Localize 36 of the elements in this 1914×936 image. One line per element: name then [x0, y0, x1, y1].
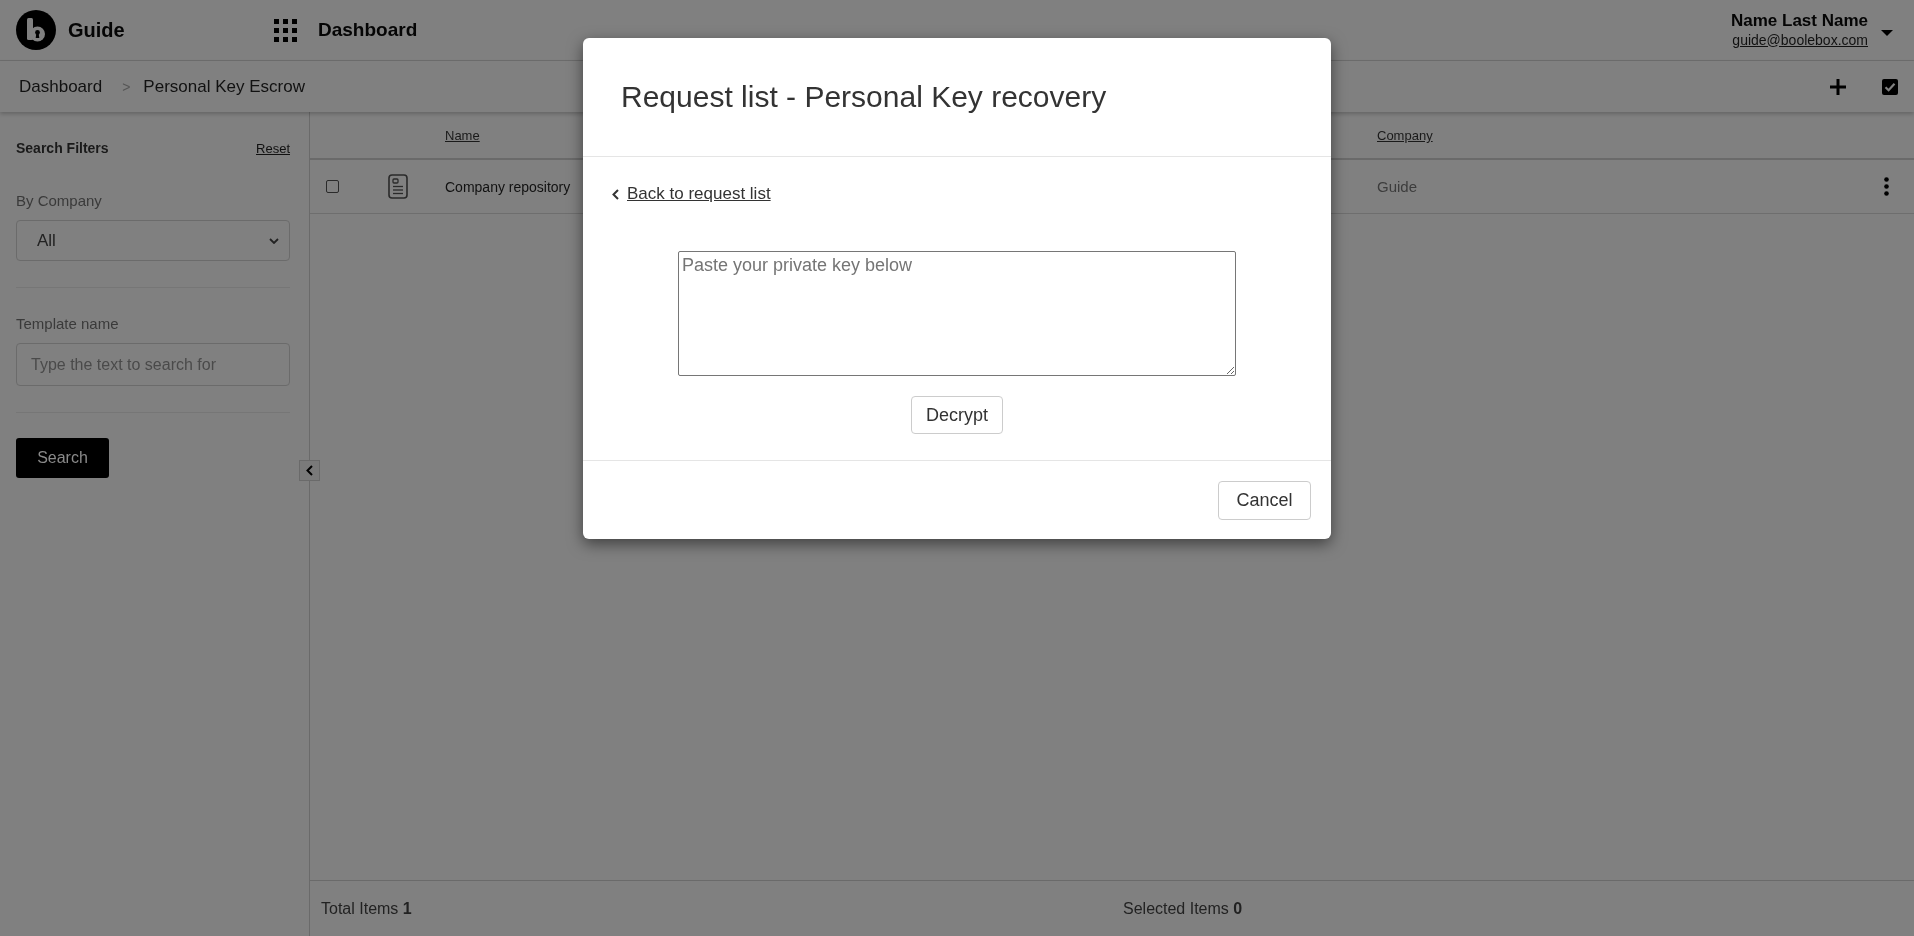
modal-title: Request list - Personal Key recovery — [621, 80, 1107, 114]
table-cell: Guide — [1377, 178, 1418, 195]
check-square-icon[interactable] — [1882, 78, 1898, 95]
chevron-down-icon — [269, 237, 279, 244]
collapse-sidebar-button[interactable] — [299, 460, 320, 481]
grid-icon[interactable] — [274, 18, 297, 42]
caret-down-icon[interactable] — [1881, 30, 1893, 36]
column-header[interactable]: Company — [1377, 128, 1433, 143]
breadcrumb-separator: > — [122, 78, 131, 95]
filter-label: Template name — [16, 315, 120, 333]
private-key-field[interactable]: Paste your private key below — [678, 251, 1236, 376]
column-header[interactable]: Name — [445, 128, 480, 143]
app-name: Guide — [68, 18, 125, 42]
decrypt-button[interactable]: Decrypt — [911, 396, 1003, 434]
breadcrumb-link[interactable]: Dashboard — [19, 76, 103, 97]
cancel-button[interactable]: Cancel — [1218, 480, 1311, 520]
chevron-left-icon — [306, 465, 313, 476]
more-options-icon[interactable] — [1883, 177, 1889, 196]
document-icon — [388, 174, 408, 199]
page-title: Dashboard — [318, 19, 418, 41]
reset-link[interactable]: Reset — [256, 141, 290, 156]
filters-title: Search Filters — [16, 140, 109, 156]
total-items: Total Items 1 — [320, 899, 413, 918]
table-cell: Company repository — [445, 178, 571, 195]
plus-icon[interactable] — [1830, 78, 1846, 95]
company-select[interactable]: All — [16, 220, 290, 261]
search-button[interactable]: Search — [16, 438, 109, 478]
logo-icon — [16, 10, 56, 50]
filter-label: By Company — [16, 192, 103, 210]
user-name: Name Last Name — [1731, 10, 1868, 31]
row-checkbox[interactable] — [326, 180, 339, 193]
chevron-left-icon[interactable] — [612, 188, 619, 200]
back-link[interactable]: Back to request list — [627, 184, 771, 204]
user-email[interactable]: guide@boolebox.com — [1732, 30, 1868, 50]
selected-items: Selected Items 0 — [1122, 899, 1244, 918]
breadcrumb-link[interactable]: Personal Key Escrow — [143, 76, 305, 97]
